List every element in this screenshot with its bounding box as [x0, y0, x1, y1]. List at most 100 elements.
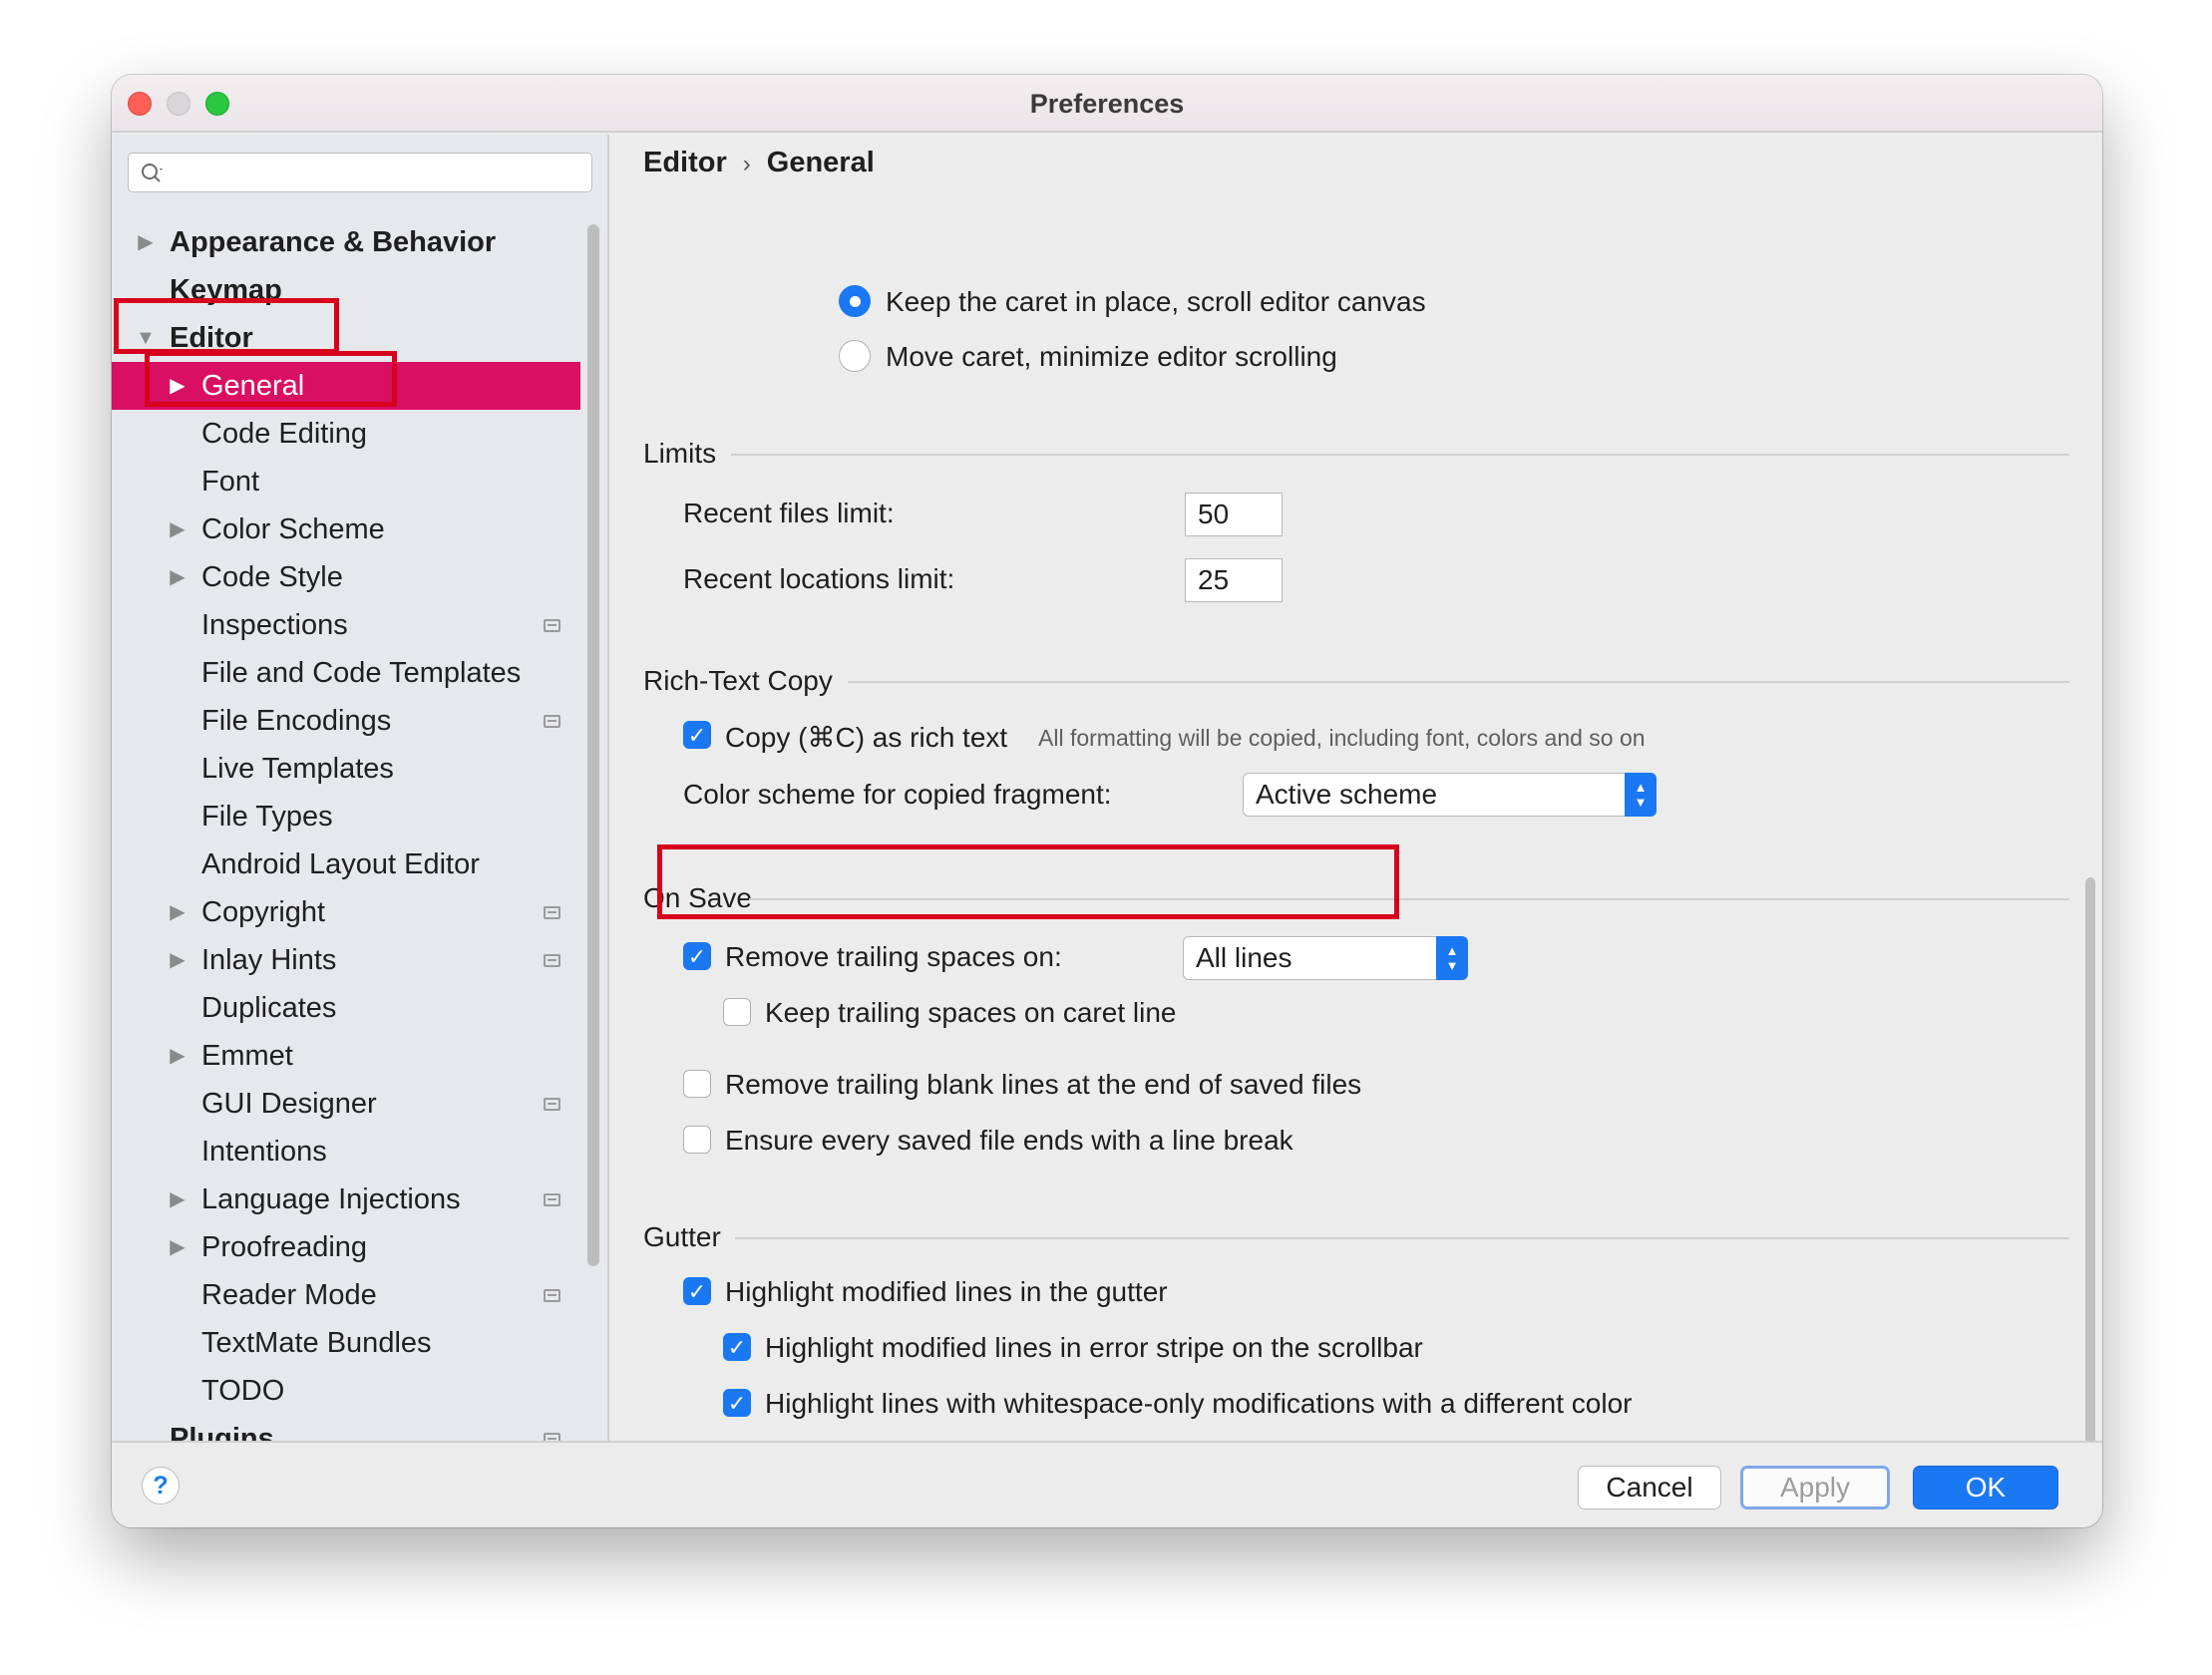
copy-rich-text-label: Copy (⌘C) as rich text — [725, 722, 1008, 753]
collapsed-arrow-icon[interactable]: ▶ — [166, 505, 189, 553]
sidebar-item-label: Reader Mode — [201, 1279, 377, 1311]
color-scheme-label: Color scheme for copied fragment: — [683, 779, 1112, 810]
sidebar-item-label: Inspections — [201, 609, 348, 641]
sidebar-item-label: Color Scheme — [201, 513, 385, 545]
sidebar-item-label: Appearance & Behavior — [170, 226, 497, 258]
collapsed-arrow-icon[interactable]: ▶ — [166, 936, 189, 984]
breadcrumb: Editor › General — [643, 147, 875, 179]
sidebar-scrollbar[interactable] — [587, 224, 599, 1266]
sidebar-item-label: File and Code Templates — [201, 657, 522, 689]
project-settings-icon — [544, 1289, 560, 1302]
apply-button[interactable]: Apply — [1740, 1466, 1890, 1509]
chevron-updown-icon: ▲ ▼ — [1625, 773, 1657, 817]
sidebar-item-label: Code Style — [201, 561, 343, 593]
limits-divider — [731, 454, 2069, 456]
sidebar-item-inspections[interactable]: Inspections — [112, 601, 580, 649]
collapsed-arrow-icon[interactable]: ▶ — [166, 1175, 189, 1223]
rich-text-section-title: Rich-Text Copy — [643, 665, 833, 696]
preferences-window: Preferences ▶ Appearance & Behavior Keymap… — [112, 75, 2102, 1527]
window-title: Preferences — [1029, 89, 1185, 119]
editor-highlight-box — [114, 298, 339, 354]
trailing-spaces-scope-select[interactable]: All lines ▲ ▼ — [1183, 936, 1468, 980]
breadcrumb-separator: › — [742, 151, 751, 177]
collapsed-arrow-icon[interactable]: ▶ — [166, 553, 189, 601]
sidebar-item-code-editing[interactable]: Code Editing — [112, 410, 580, 458]
search-icon — [142, 164, 163, 182]
collapsed-arrow-icon[interactable]: ▶ — [134, 218, 158, 266]
sidebar-item-color-scheme[interactable]: ▶ Color Scheme — [112, 505, 580, 553]
sidebar-item-code-style[interactable]: ▶ Code Style — [112, 553, 580, 601]
sidebar-item-label: Android Layout Editor — [201, 848, 480, 880]
help-button[interactable]: ? — [142, 1467, 180, 1505]
sidebar-item-proofreading[interactable]: ▶ Proofreading — [112, 1223, 580, 1271]
sidebar-item-language-injections[interactable]: ▶ Language Injections — [112, 1175, 580, 1223]
sidebar-item-file-types[interactable]: File Types — [112, 793, 580, 840]
remove-blank-lines-checkbox[interactable] — [683, 1070, 711, 1098]
keep-trailing-spaces-checkbox[interactable] — [723, 998, 751, 1026]
sidebar-item-label: GUI Designer — [201, 1088, 377, 1120]
sidebar-item-label: Intentions — [201, 1136, 327, 1168]
ensure-line-break-checkbox[interactable] — [683, 1126, 711, 1154]
sidebar-item-label: TODO — [201, 1375, 285, 1407]
project-settings-icon — [544, 906, 560, 919]
sidebar-item-reader-mode[interactable]: Reader Mode — [112, 1271, 580, 1319]
recent-files-limit-field[interactable]: 50 — [1185, 493, 1283, 536]
color-scheme-value: Active scheme — [1256, 779, 1438, 810]
collapsed-arrow-icon[interactable]: ▶ — [166, 888, 189, 936]
highlight-modified-label: Highlight modified lines in the gutter — [725, 1276, 1168, 1307]
sidebar-item-font[interactable]: Font — [112, 458, 580, 505]
sidebar-item-label: Inlay Hints — [201, 944, 337, 976]
breadcrumb-parent[interactable]: Editor — [643, 147, 727, 178]
color-scheme-select[interactable]: Active scheme ▲ ▼ — [1243, 773, 1657, 817]
sidebar-item-file-and-code-templates[interactable]: File and Code Templates — [112, 649, 580, 697]
sidebar-item-label: TextMate Bundles — [201, 1327, 432, 1359]
sidebar-item-textmate-bundles[interactable]: TextMate Bundles — [112, 1319, 580, 1367]
sidebar-item-emmet[interactable]: ▶ Emmet — [112, 1032, 580, 1080]
remove-trailing-spaces-checkbox[interactable]: ✓ — [683, 942, 711, 970]
gutter-section-title: Gutter — [643, 1221, 721, 1252]
highlight-modified-checkbox[interactable]: ✓ — [683, 1277, 711, 1305]
sidebar-item-gui-designer[interactable]: GUI Designer — [112, 1080, 580, 1128]
sidebar-item-live-templates[interactable]: Live Templates — [112, 745, 580, 793]
copy-rich-text-checkbox[interactable]: ✓ — [683, 721, 711, 749]
error-stripe-checkbox[interactable]: ✓ — [723, 1333, 751, 1361]
move-caret-radio[interactable] — [839, 340, 871, 372]
remove-trailing-highlight-box — [657, 844, 1399, 919]
search-input[interactable] — [128, 153, 592, 192]
breadcrumb-current: General — [766, 147, 875, 178]
remove-blank-lines-label: Remove trailing blank lines at the end o… — [725, 1069, 1362, 1100]
copy-rich-text-note: All formatting will be copied, including… — [1038, 725, 1646, 751]
sidebar-item-android-layout-editor[interactable]: Android Layout Editor — [112, 840, 580, 888]
project-settings-icon — [544, 715, 560, 728]
collapsed-arrow-icon[interactable]: ▶ — [166, 1223, 189, 1271]
keep-caret-label: Keep the caret in place, scroll editor c… — [886, 286, 1426, 317]
sidebar-item-duplicates[interactable]: Duplicates — [112, 984, 580, 1032]
keep-caret-radio[interactable] — [839, 285, 871, 317]
chevron-updown-icon: ▲ ▼ — [1436, 936, 1468, 980]
title-bar: Preferences — [112, 75, 2102, 133]
recent-locations-limit-field[interactable]: 25 — [1185, 558, 1283, 602]
sidebar-item-inlay-hints[interactable]: ▶ Inlay Hints — [112, 936, 580, 984]
cancel-button[interactable]: Cancel — [1578, 1466, 1721, 1509]
sidebar-item-label: Language Injections — [201, 1183, 461, 1215]
trailing-spaces-scope-value: All lines — [1196, 942, 1292, 973]
sidebar-item-todo[interactable]: TODO — [112, 1367, 580, 1415]
collapsed-arrow-icon[interactable]: ▶ — [166, 1032, 189, 1080]
project-settings-icon — [544, 954, 560, 967]
general-highlight-box — [145, 351, 397, 407]
recent-files-label: Recent files limit: — [683, 498, 895, 528]
gutter-divider — [735, 1237, 2069, 1239]
keep-trailing-spaces-label: Keep trailing spaces on caret line — [765, 997, 1177, 1028]
ensure-line-break-label: Ensure every saved file ends with a line… — [725, 1125, 1293, 1156]
whitespace-modifications-checkbox[interactable]: ✓ — [723, 1389, 751, 1417]
error-stripe-label: Highlight modified lines in error stripe… — [765, 1332, 1423, 1363]
sidebar-item-intentions[interactable]: Intentions — [112, 1128, 580, 1175]
sidebar-item-label: Duplicates — [201, 992, 337, 1024]
sidebar-item-appearance-behavior[interactable]: ▶ Appearance & Behavior — [112, 218, 580, 266]
sidebar-item-label: Font — [201, 466, 260, 498]
sidebar-item-label: Code Editing — [201, 418, 368, 450]
ok-button[interactable]: OK — [1913, 1466, 2058, 1509]
content-scrollbar[interactable] — [2085, 877, 2095, 1441]
sidebar-item-file-encodings[interactable]: File Encodings — [112, 697, 580, 745]
sidebar-item-copyright[interactable]: ▶ Copyright — [112, 888, 580, 936]
